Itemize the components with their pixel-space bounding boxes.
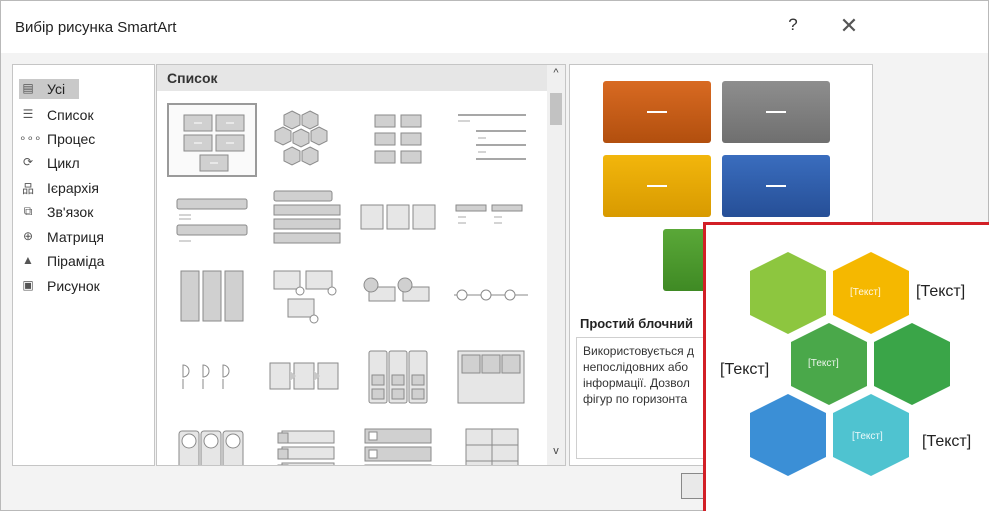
text-label: [Текст] — [720, 361, 770, 378]
circle-arrow-list-icon — [178, 430, 244, 465]
category-item-hierarchy[interactable]: 品 Ієрархія — [19, 178, 99, 198]
category-item-pyramid[interactable]: ▲ Піраміда — [19, 251, 104, 271]
layout-lined-list[interactable] — [446, 103, 536, 177]
list-icon: ☰ — [22, 107, 34, 121]
stacked-blocks-icon — [374, 114, 422, 164]
layout-stacked-list[interactable] — [260, 183, 350, 257]
layout-basic-block-list[interactable] — [167, 103, 257, 177]
horizontal-bullet-list-icon — [176, 198, 248, 242]
trapezoid-list-icon — [455, 204, 523, 224]
stacked-list-icon — [273, 190, 341, 244]
category-item-process[interactable]: ∘∘∘ Процес — [19, 129, 95, 149]
text-label: [Текст] — [922, 433, 972, 450]
hexagon-mid-right — [874, 323, 950, 405]
category-item-relationship[interactable]: ⧉ Зв'язок — [19, 202, 94, 222]
description-line: інформації. Дозвол — [583, 376, 690, 390]
text-label: [Текст] — [916, 283, 966, 300]
layout-circle-list[interactable] — [353, 263, 443, 337]
table-list-icon — [360, 204, 436, 230]
category-item-list[interactable]: ☰ Список — [19, 105, 94, 125]
layout-circle-arrow-list[interactable] — [167, 423, 257, 465]
category-item-matrix[interactable]: ⊕ Матриця — [19, 227, 104, 247]
layout-picture-caption-list[interactable] — [353, 423, 443, 465]
layout-arrow-box-list[interactable] — [260, 343, 350, 417]
description-line: фігур по горизонта — [583, 392, 688, 406]
title-bar: Вибір рисунка SmartArt ? ✕ — [1, 1, 988, 53]
category-label: Зв'язок — [47, 204, 94, 220]
category-label: Рисунок — [47, 278, 100, 294]
hexagon-bottom-left — [750, 394, 826, 476]
hierarchy-icon: 品 — [21, 182, 34, 196]
preview-tile-yellow — [603, 155, 711, 217]
description-line: непослідовних або — [583, 360, 689, 374]
layout-trapezoid-list[interactable] — [446, 183, 536, 257]
matrix-icon: ⊕ — [22, 229, 34, 243]
layout-pin-list[interactable] — [167, 343, 257, 417]
chevron-down-icon[interactable]: v — [549, 445, 563, 461]
hexagon-text: [Текст] — [852, 431, 883, 442]
category-item-picture[interactable]: ▣ Рисунок — [19, 276, 100, 296]
arrow-box-list-icon — [269, 362, 339, 390]
cycle-icon: ⟳ — [22, 155, 34, 169]
layout-circle-picture-list[interactable] — [260, 263, 350, 337]
layout-split-grid-list[interactable] — [446, 423, 536, 465]
preview-tile-orange — [603, 81, 711, 143]
hexagon-text: [Текст] — [850, 287, 881, 298]
layout-tab-list[interactable] — [260, 423, 350, 465]
help-button[interactable]: ? — [783, 15, 803, 39]
gallery-header: Список — [157, 65, 547, 91]
tab-list-icon — [277, 430, 335, 465]
category-label: Усі — [47, 81, 66, 97]
circle-picture-list-icon — [273, 270, 337, 324]
category-label: Матриця — [47, 229, 104, 245]
category-label: Піраміда — [47, 253, 105, 269]
category-item-cycle[interactable]: ⟳ Цикл — [19, 153, 80, 173]
layout-horizontal-bullet-list[interactable] — [167, 183, 257, 257]
vertical-box-list-icon — [180, 270, 244, 322]
process-icon: ∘∘∘ — [19, 131, 42, 145]
category-list: ▤ Усі ☰ Список ∘∘∘ Процес ⟳ Цикл 品 Ієрар… — [12, 64, 155, 466]
dialog-title: Вибір рисунка SmartArt — [15, 19, 177, 36]
chevron-up-icon[interactable]: ^ — [549, 67, 563, 83]
category-label: Цикл — [47, 155, 80, 171]
pyramid-icon: ▲ — [22, 253, 34, 267]
grid-block-list-icon — [457, 350, 525, 404]
pin-list-icon — [182, 364, 230, 389]
gallery-header-label: Список — [167, 70, 218, 86]
lined-list-icon — [458, 114, 526, 160]
layout-vertical-box-list[interactable] — [167, 263, 257, 337]
layout-table-list[interactable] — [353, 183, 443, 257]
layout-stacked-blocks[interactable] — [353, 103, 443, 177]
picture-icon: ▣ — [22, 278, 34, 292]
gallery-scrollbar[interactable]: ^ v — [547, 65, 565, 465]
layout-hexagon-cluster[interactable] — [260, 103, 350, 177]
close-button[interactable]: ✕ — [837, 14, 861, 38]
description-line: Використовується д — [583, 344, 694, 358]
vertical-column-list-icon — [368, 350, 428, 404]
layout-gallery: Список ^ v — [156, 64, 566, 466]
layout-grid-block-list[interactable] — [446, 343, 536, 417]
preview-tile-gray — [722, 81, 830, 143]
layout-process-line[interactable] — [446, 263, 536, 337]
process-line-icon — [454, 289, 528, 301]
category-label: Ієрархія — [47, 180, 99, 196]
category-item-all[interactable]: ▤ Усі — [19, 79, 80, 99]
scrollbar-thumb[interactable] — [550, 93, 562, 125]
relationship-icon: ⧉ — [23, 204, 33, 218]
hexagon-cluster-preview: [Текст] [Текст] [Текст] [Текст] [Текст] … — [703, 222, 989, 511]
layout-vertical-column-list[interactable] — [353, 343, 443, 417]
hexagon-top-left — [750, 252, 826, 334]
all-icon: ▤ — [22, 81, 34, 95]
preview-tile-blue — [722, 155, 830, 217]
category-label: Список — [47, 107, 94, 123]
hexagon-cluster-icon — [274, 110, 328, 166]
basic-block-list-icon — [183, 114, 245, 172]
circle-list-icon — [363, 277, 430, 302]
category-label: Процес — [47, 131, 96, 147]
hexagon-text: [Текст] — [808, 358, 839, 369]
preview-title: Простий блочний — [580, 316, 694, 331]
picture-caption-list-icon — [364, 428, 432, 465]
split-grid-list-icon — [465, 428, 519, 465]
